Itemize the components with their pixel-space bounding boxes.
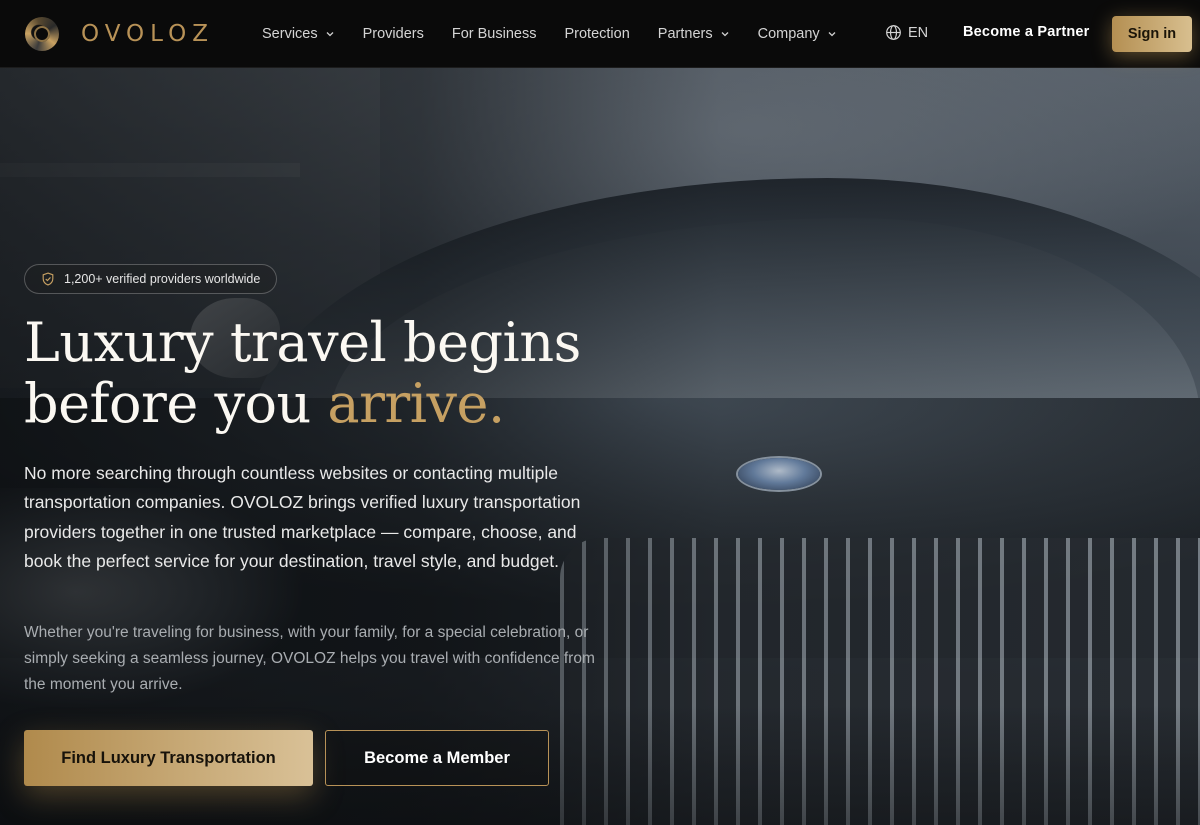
language-label: EN	[908, 24, 929, 41]
nav-item-label: Company	[757, 26, 820, 42]
nav-item-for-business[interactable]: For Business	[452, 26, 537, 42]
nav-links: Services Providers For Business Protecti…	[262, 0, 865, 68]
language-selector[interactable]: EN	[885, 24, 928, 41]
headline-accent: arrive.	[327, 372, 505, 435]
logo-mark-icon	[25, 17, 59, 51]
hero-lead-paragraph: No more searching through countless webs…	[24, 463, 581, 571]
globe-icon	[886, 25, 901, 40]
become-partner-link[interactable]: Become a Partner	[963, 24, 1090, 40]
nav-item-providers[interactable]: Providers	[363, 26, 424, 42]
become-member-button[interactable]: Become a Member	[325, 730, 549, 786]
nav-item-label: Services	[262, 26, 318, 42]
nav-item-label: For Business	[451, 26, 537, 42]
verified-providers-badge: 1,200+ verified providers worldwide	[24, 264, 278, 294]
headline-line-1: Luxury travel begins	[24, 311, 581, 374]
headline-line-2: before you	[24, 372, 328, 435]
nav-item-label: Providers	[362, 26, 424, 42]
nav-item-company[interactable]: Company	[758, 26, 837, 42]
find-transportation-button[interactable]: Find Luxury Transportation	[24, 730, 313, 786]
nav-item-label: Partners	[657, 26, 713, 42]
hero-headline: Luxury travel begins before you arrive.	[24, 312, 624, 434]
nav-item-partners[interactable]: Partners	[658, 26, 730, 42]
nav-item-protection[interactable]: Protection	[564, 26, 629, 42]
nav-item-label: Protection	[564, 26, 630, 42]
chevron-down-icon	[828, 32, 836, 37]
logo-wordmark: OVOLOZ	[81, 21, 214, 47]
logo[interactable]: OVOLOZ	[25, 17, 214, 51]
shield-check-icon	[42, 272, 54, 286]
chevron-down-icon	[326, 32, 334, 37]
badge-text: 1,200+ verified providers worldwide	[64, 272, 261, 286]
hero-sub-paragraph: Whether you're traveling for business, w…	[24, 624, 595, 693]
sign-in-button[interactable]: Sign in	[1112, 16, 1192, 52]
top-navigation: OVOLOZ Services Providers For Business P…	[0, 0, 1200, 68]
nav-item-services[interactable]: Services	[262, 26, 335, 42]
hero-background	[0, 68, 1200, 825]
chevron-down-icon	[721, 32, 729, 37]
